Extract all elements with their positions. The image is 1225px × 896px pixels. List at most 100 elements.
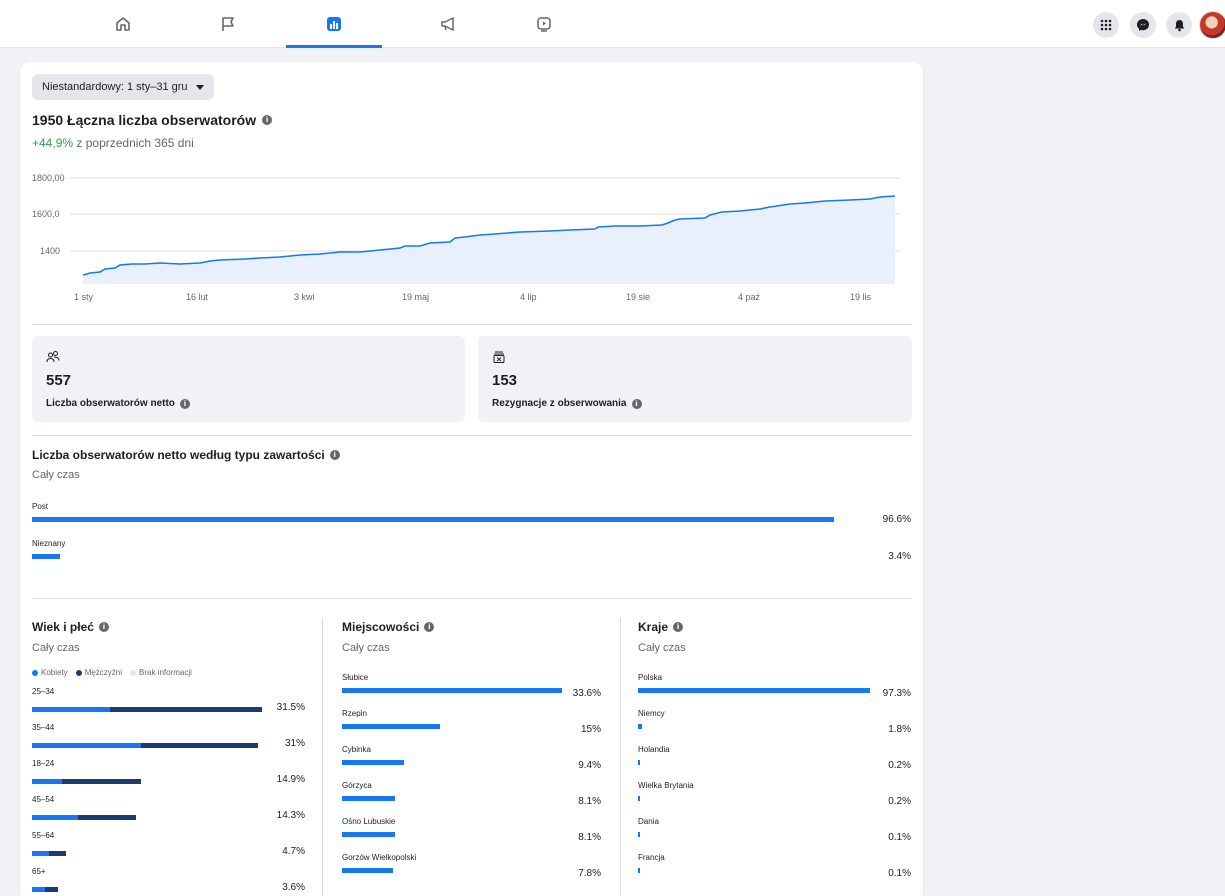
age-bar-men: [45, 887, 59, 892]
country-bar: [638, 796, 640, 801]
country-row-percent: 0.1%: [888, 832, 911, 843]
nav-tab-ads[interactable]: [400, 0, 496, 48]
cities-title: Miejscowości i: [342, 620, 435, 634]
info-icon[interactable]: i: [179, 398, 190, 409]
messenger-icon: [1137, 19, 1149, 31]
info-icon[interactable]: i: [424, 622, 435, 632]
city-row-label: Słubice: [342, 673, 369, 682]
info-icon[interactable]: i: [98, 622, 109, 632]
city-row-label: Górzyca: [342, 781, 372, 790]
age-bar-women: [32, 707, 111, 712]
content-type-subtitle: Cały czas: [32, 469, 80, 481]
nav-tab-insights[interactable]: [286, 0, 382, 48]
info-icon[interactable]: i: [631, 398, 642, 409]
content-type-title: Liczba obserwatorów netto według typu za…: [32, 448, 340, 462]
info-icon[interactable]: i: [329, 450, 340, 460]
megaphone-icon: [441, 17, 454, 31]
notifications-button[interactable]: [1166, 12, 1192, 38]
date-range-label: Niestandardowy: 1 sty–31 gru: [42, 81, 188, 93]
legend-men: Mężczyźni: [75, 668, 122, 677]
country-row-label: Dania: [638, 817, 659, 826]
messenger-button[interactable]: [1130, 12, 1156, 38]
top-navigation-bar: [0, 0, 1225, 48]
legend-dot-unknown: [130, 670, 137, 676]
age-row-percent: 14.3%: [276, 810, 305, 821]
nav-tab-pages[interactable]: [180, 0, 276, 48]
divider: [32, 598, 912, 599]
date-range-dropdown[interactable]: Niestandardowy: 1 sty–31 gru: [32, 74, 214, 100]
legend-unknown: Brak informacji: [130, 668, 192, 677]
age-bar-men: [49, 851, 67, 856]
age-bar-women: [32, 851, 50, 856]
country-row-percent: 97.3%: [882, 688, 911, 699]
city-row-percent: 8.1%: [578, 796, 601, 807]
content-type-row-label: Nieznany: [32, 539, 66, 548]
country-bar: [638, 688, 870, 693]
age-bar-men: [77, 815, 137, 820]
country-row-label: Niemcy: [638, 709, 665, 718]
legend-dot-women: [32, 670, 38, 676]
content-type-percent: 96.6%: [882, 514, 911, 525]
menu-grid-icon: [1100, 19, 1112, 31]
y-tick-label: 1400: [40, 246, 60, 256]
x-tick-label: 19 maj: [402, 292, 429, 302]
unfollow-icon: [493, 351, 505, 363]
net-followers-value: 557: [46, 372, 72, 389]
nav-tab-home[interactable]: [75, 0, 171, 48]
country-row-label: Francja: [638, 853, 665, 862]
city-row-label: Rzepin: [342, 709, 367, 718]
people-icon: [46, 351, 60, 363]
countries-title-text: Kraje: [638, 620, 669, 634]
age-row-label: 18–24: [32, 759, 55, 768]
avatar[interactable]: [1199, 11, 1225, 39]
x-tick-label: 19 sie: [626, 292, 650, 302]
y-tick-label: 1600,0: [32, 209, 60, 219]
content-type-percent: 3.4%: [888, 551, 911, 562]
country-row-label: Wielka Brytania: [638, 781, 694, 790]
age-bar-men: [110, 707, 262, 712]
country-row-percent: 0.2%: [888, 796, 911, 807]
info-icon[interactable]: i: [673, 622, 684, 632]
followers-line-chart: 1800,00 1600,0 1400 1 sty 16 lut 3 kwi 1…: [32, 173, 900, 302]
age-row-label: 25–34: [32, 687, 55, 696]
x-tick-label: 4 paź: [738, 292, 761, 302]
divider: [32, 324, 912, 325]
age-row-percent: 14.9%: [276, 774, 305, 785]
growth-period: z poprzednich 365 dni: [73, 136, 194, 150]
age-row-label: 45–54: [32, 795, 55, 804]
gender-legend: Kobiety Mężczyźni Brak informacji: [32, 668, 192, 677]
home-icon: [116, 17, 130, 31]
city-row-label: Cybinka: [342, 745, 371, 754]
age-gender-subtitle: Cały czas: [32, 642, 80, 654]
age-bar-women: [32, 815, 78, 820]
net-followers-card: 557 Liczba obserwatorów netto i: [32, 336, 465, 422]
country-bar: [638, 760, 640, 765]
x-tick-label: 16 lut: [186, 292, 209, 302]
insights-icon: [327, 17, 341, 31]
country-row-percent: 0.2%: [888, 760, 911, 771]
info-icon[interactable]: i: [262, 115, 273, 125]
menu-grid-button[interactable]: [1093, 12, 1119, 38]
insights-card: Niestandardowy: 1 sty–31 gru 1950 Łączna…: [20, 62, 923, 896]
net-followers-label: Liczba obserwatorów netto i: [46, 398, 190, 409]
content-type-title-text: Liczba obserwatorów netto według typu za…: [32, 448, 325, 462]
nav-tab-video[interactable]: [496, 0, 592, 48]
chevron-down-icon: [195, 84, 204, 90]
growth-text: +44,9% z poprzednich 365 dni: [32, 136, 194, 150]
legend-women: Kobiety: [32, 668, 68, 677]
city-bar: [342, 688, 562, 693]
unfollows-label: Rezygnacje z obserwowania i: [492, 398, 642, 409]
age-bar-women: [32, 779, 63, 784]
unfollows-card: 153 Rezygnacje z obserwowania i: [478, 336, 912, 422]
flag-icon: [222, 17, 234, 31]
x-tick-label: 4 lip: [520, 292, 537, 302]
country-row-label: Polska: [638, 673, 663, 682]
city-bar: [342, 724, 441, 729]
age-row-percent: 3.6%: [282, 882, 305, 893]
cities-subtitle: Cały czas: [342, 642, 390, 654]
age-row-label: 55–64: [32, 831, 55, 840]
content-type-bar: [32, 554, 61, 559]
column-divider: [322, 618, 323, 896]
age-row-percent: 31.5%: [276, 702, 305, 713]
country-row-percent: 1.8%: [888, 724, 911, 735]
